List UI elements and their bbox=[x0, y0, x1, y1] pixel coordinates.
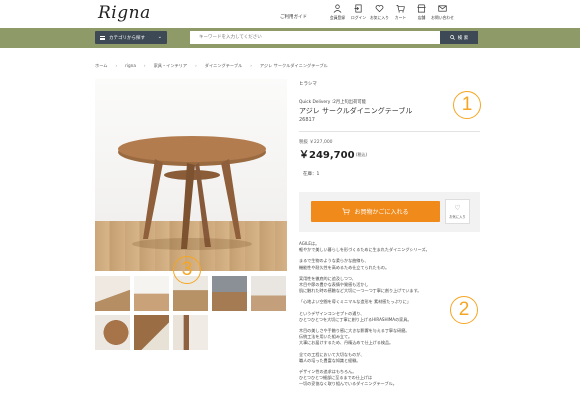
annotation-marker-1: 1 bbox=[453, 91, 481, 119]
price-without-tax: 税抜 ￥227,000 bbox=[299, 140, 333, 145]
header-login[interactable]: ログイン bbox=[348, 4, 369, 21]
add-to-cart-button[interactable]: お買物かごに入れる bbox=[311, 201, 440, 222]
thumbnail-image[interactable] bbox=[95, 276, 130, 311]
search-button[interactable]: 検 索 bbox=[440, 31, 478, 44]
breadcrumb-current: アジレ サークルダイニングテーブル bbox=[259, 63, 328, 68]
shop-icon bbox=[417, 4, 426, 13]
search-button-label: 検 索 bbox=[457, 35, 469, 41]
login-icon bbox=[354, 4, 363, 13]
breadcrumb-rigna[interactable]: rigna bbox=[125, 63, 136, 69]
header-cart-label: カート bbox=[394, 15, 407, 20]
header-contact[interactable]: お問い合わせ bbox=[431, 4, 454, 21]
product-price: ￥249,700 bbox=[299, 150, 355, 161]
product-code: 26817 bbox=[299, 117, 315, 123]
header-contact-label: お問い合わせ bbox=[431, 15, 454, 20]
add-to-cart-label: お買物かごに入れる bbox=[354, 209, 409, 216]
favorite-button[interactable]: ♡ お気に入り bbox=[445, 199, 470, 224]
breadcrumb-dining-table[interactable]: ダイニングテーブル bbox=[205, 63, 242, 69]
breadcrumb-separator: › bbox=[250, 63, 252, 68]
description-line: 一切の妥協なく取り組んでいるダイニングテーブル。 bbox=[299, 381, 397, 387]
annotation-marker-2: 2 bbox=[450, 296, 478, 324]
thumbnail-image[interactable] bbox=[173, 315, 208, 350]
breadcrumb-furniture[interactable]: 家具・インテリア bbox=[154, 63, 188, 69]
header-favorite[interactable]: お気に入り bbox=[369, 4, 390, 21]
breadcrumb-separator: › bbox=[143, 63, 146, 68]
breadcrumb: ホーム › rigna › 家具・インテリア › ダイニングテーブル › アジレ… bbox=[95, 63, 328, 69]
heart-icon bbox=[375, 4, 384, 13]
header-login-label: ログイン bbox=[350, 15, 367, 20]
breadcrumb-separator: › bbox=[195, 63, 197, 68]
member-icon bbox=[333, 4, 342, 13]
site-header: Rigna ご利用ガイド 会員登録 ログイン お気に入り カート 店舗 お問い合… bbox=[0, 0, 580, 28]
breadcrumb-separator: › bbox=[115, 63, 118, 68]
cart-icon bbox=[396, 4, 405, 13]
header-shop-label: 店舗 bbox=[417, 15, 426, 20]
tax-label: (税込) bbox=[356, 152, 368, 157]
chevron-down-icon: ⌄ bbox=[157, 34, 162, 40]
favorite-button-label: お気に入り bbox=[449, 214, 466, 219]
thumbnail-image[interactable] bbox=[134, 315, 169, 350]
header-shop[interactable]: 店舗 bbox=[411, 4, 432, 21]
breadcrumb-home[interactable]: ホーム bbox=[95, 63, 107, 69]
site-logo[interactable]: Rigna bbox=[98, 3, 151, 23]
header-member[interactable]: 会員登録 bbox=[327, 4, 348, 21]
category-button[interactable]: カテゴリから探す ⌄ bbox=[95, 31, 167, 44]
divider bbox=[299, 131, 480, 132]
header-nav: ご利用ガイド 会員登録 ログイン お気に入り カート 店舗 お問い合わせ bbox=[280, 4, 454, 21]
table-illustration bbox=[118, 136, 266, 250]
search-icon bbox=[449, 35, 455, 40]
header-member-label: 会員登録 bbox=[329, 15, 346, 20]
category-button-label: カテゴリから探す bbox=[109, 35, 145, 41]
thumbnail-image[interactable] bbox=[212, 276, 247, 311]
annotation-marker-3: 3 bbox=[173, 256, 201, 284]
product-main-image[interactable] bbox=[95, 79, 287, 271]
menu-icon bbox=[100, 35, 105, 40]
cart-icon bbox=[342, 208, 351, 215]
guide-link[interactable]: ご利用ガイド bbox=[280, 14, 307, 20]
product-name: アジレ サークルダイニングテーブル bbox=[299, 107, 413, 115]
thumbnail-image[interactable] bbox=[95, 315, 130, 350]
product-brand[interactable]: ヒラシマ bbox=[299, 81, 317, 87]
thumbnail-image[interactable] bbox=[251, 276, 286, 311]
header-cart[interactable]: カート bbox=[390, 4, 411, 21]
search-input[interactable] bbox=[190, 31, 440, 44]
stock-count: 在庫：1 bbox=[303, 172, 320, 177]
contact-icon bbox=[438, 4, 447, 13]
thumbnail-image[interactable] bbox=[134, 276, 169, 311]
quick-delivery: Quick Delivery :2月上旬出荷可能 bbox=[299, 100, 366, 105]
header-favorite-label: お気に入り bbox=[370, 15, 389, 20]
heart-icon: ♡ bbox=[454, 203, 461, 212]
thumbnail-grid bbox=[95, 276, 291, 350]
